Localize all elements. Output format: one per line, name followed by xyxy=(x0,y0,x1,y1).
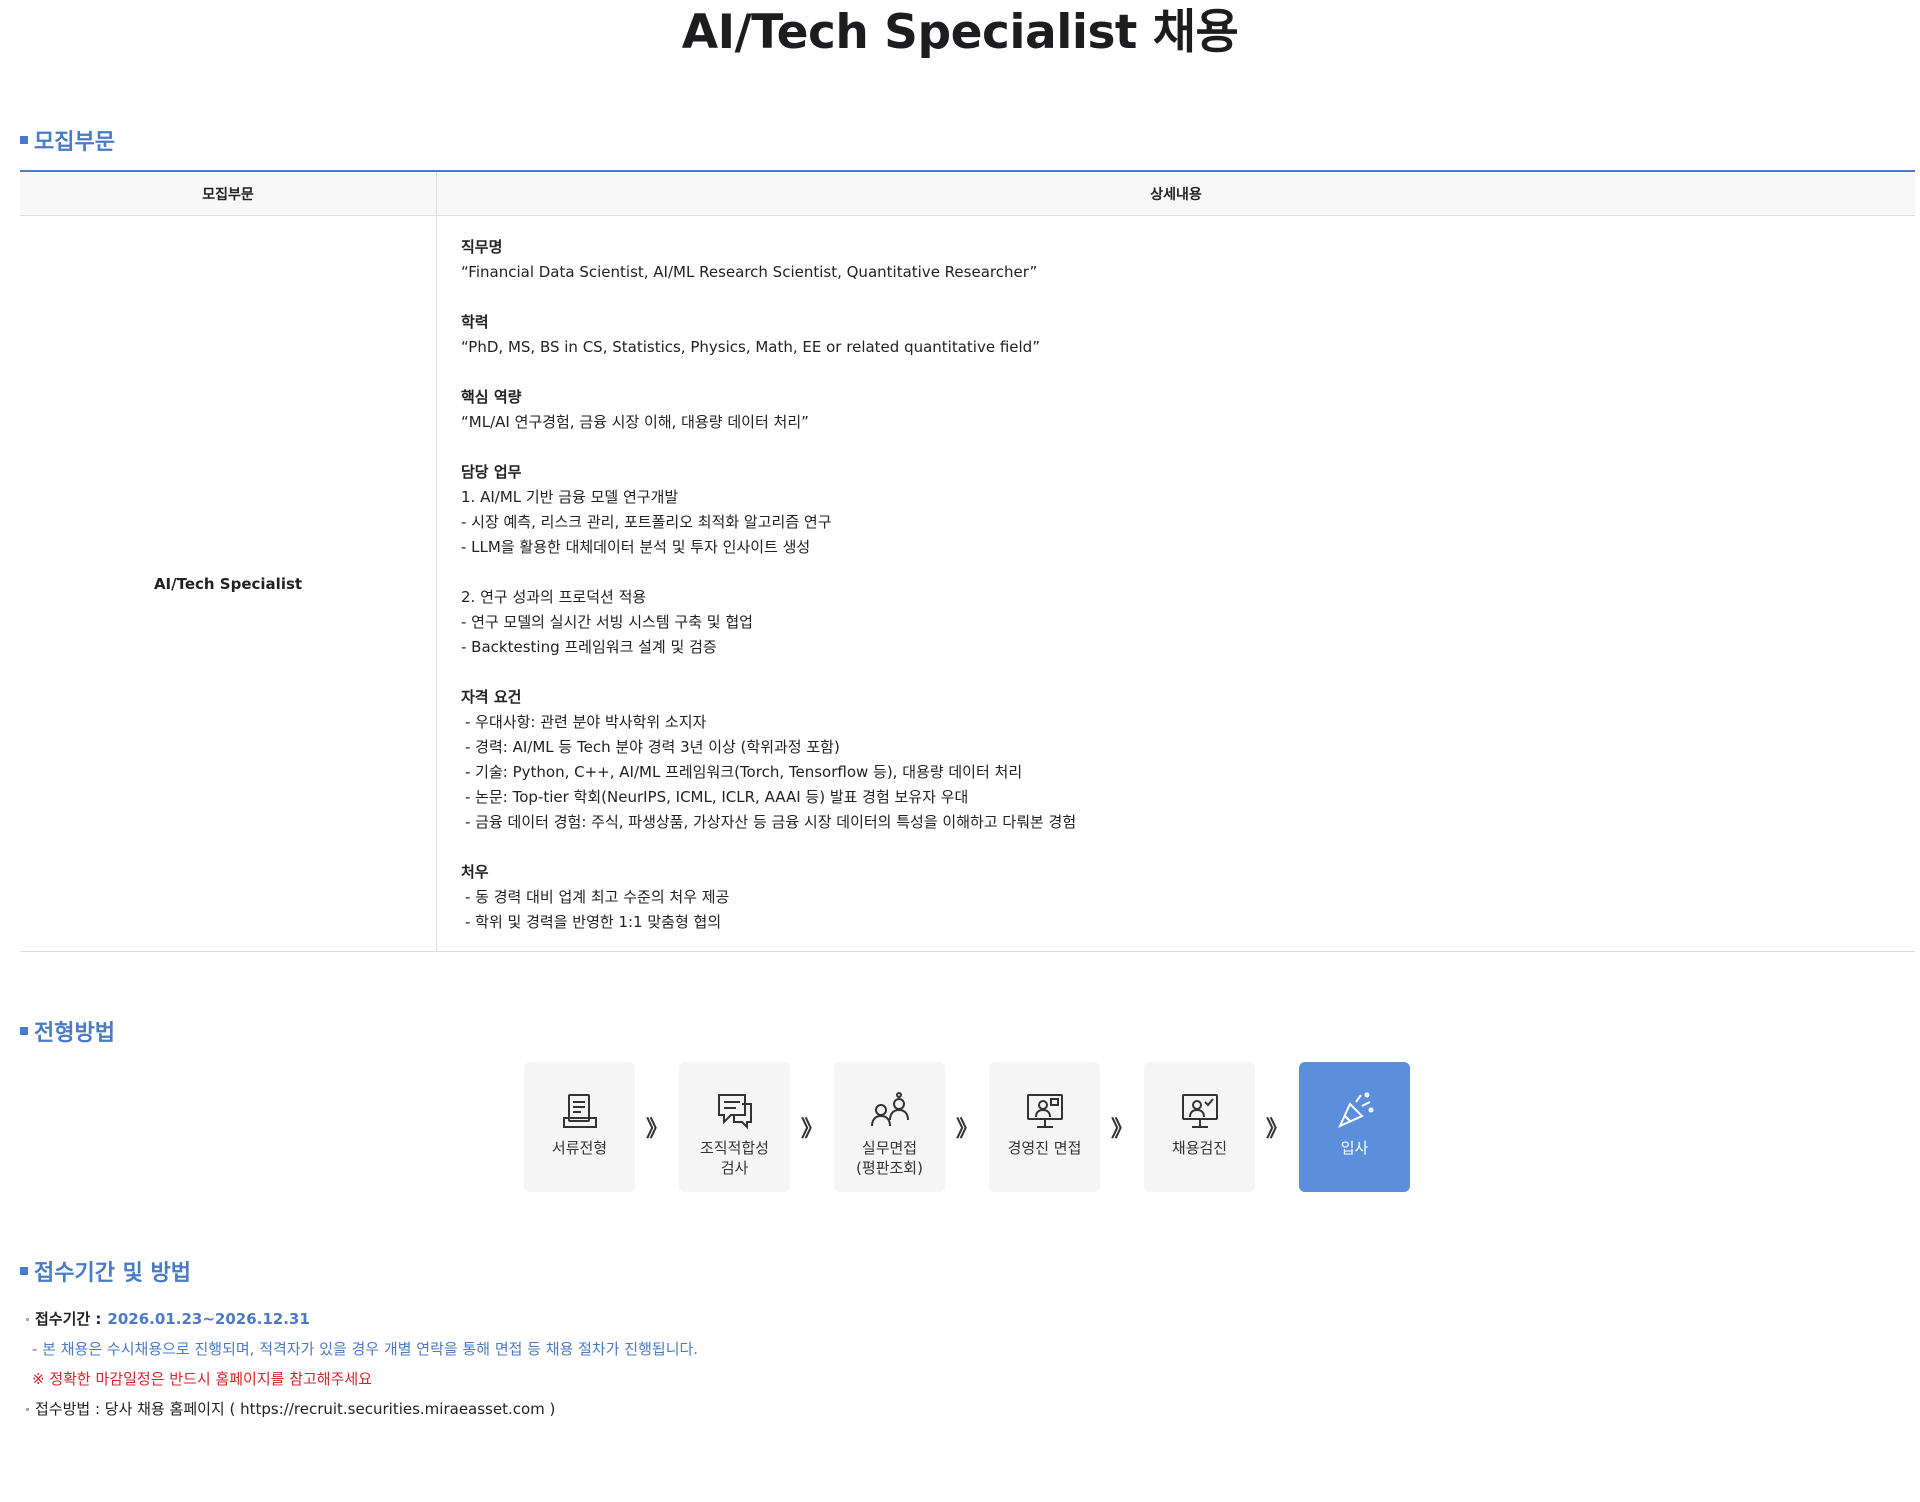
qual-line: - 우대사항: 관련 분야 박사학위 소지자 xyxy=(465,713,707,731)
apply-method[interactable]: 접수방법 : 당사 채용 홈페이지 ( https://recruit.secu… xyxy=(35,1394,555,1424)
duty-line: - 시장 예측, 리스크 관리, 포트폴리오 최적화 알고리즘 연구 xyxy=(461,513,832,531)
qual-line: - 논문: Top-tier 학회(NeurIPS, ICML, ICLR, A… xyxy=(465,788,969,806)
section-title-recruit: 모집부문 xyxy=(20,124,115,156)
apply-note: - 본 채용은 수시채용으로 진행되며, 적격자가 있을 경우 개별 연락을 통… xyxy=(32,1340,699,1358)
table-header-row: 모집부문 상세내용 xyxy=(20,172,1915,216)
duty-line: - 연구 모델의 실시간 서빙 시스템 구축 및 협업 xyxy=(461,613,753,631)
duty-line: 1. AI/ML 기반 금융 모델 연구개발 xyxy=(461,488,679,506)
chevron-right-icon: 》 xyxy=(1110,1117,1133,1142)
step-label: 채용검진 xyxy=(1171,1139,1228,1157)
benefit-line: - 동 경력 대비 업계 최고 수준의 처우 제공 xyxy=(465,888,730,906)
section-title-label: 모집부문 xyxy=(34,130,115,155)
process-step-document: 서류전형 xyxy=(524,1062,635,1192)
duty-line: - Backtesting 프레임워크 설계 및 검증 xyxy=(461,638,717,656)
qual-label: 자격 요건 xyxy=(461,688,522,706)
process-step-health-check: 채용검진 xyxy=(1144,1062,1255,1192)
detail-cell: 직무명 “Financial Data Scientist, AI/ML Res… xyxy=(437,216,1915,951)
step-label: 입사 xyxy=(1340,1139,1369,1157)
qual-line: - 금융 데이터 경험: 주식, 파생상품, 가상자산 등 금융 시장 데이터의… xyxy=(465,813,1077,831)
bullet-square-icon xyxy=(20,136,28,144)
benefit-label: 처우 xyxy=(461,863,489,881)
chevron-right-icon: 》 xyxy=(955,1117,978,1142)
bullet-square-icon xyxy=(20,1267,28,1275)
apply-warning: ※ 정확한 마감일정은 반드시 홈페이지를 참고해주세요 xyxy=(32,1370,373,1388)
duty-label: 담당 업무 xyxy=(461,463,522,481)
qual-line: - 기술: Python, C++, AI/ML 프레임워크(Torch, Te… xyxy=(465,763,1023,781)
division-cell: AI/Tech Specialist xyxy=(20,216,437,951)
table-header-detail: 상세내용 xyxy=(1150,186,1202,203)
job-label: 직무명 xyxy=(461,238,503,256)
page-title: AI/Tech Specialist 채용 xyxy=(681,5,1239,60)
people-icon xyxy=(870,1092,909,1127)
bullet-dot-icon xyxy=(26,1317,29,1321)
chevron-right-icon: 》 xyxy=(1265,1117,1288,1142)
qual-line: - 경력: AI/ML 등 Tech 분야 경력 3년 이상 (학위과정 포함) xyxy=(465,738,840,756)
document-icon xyxy=(562,1094,597,1128)
job-value: “Financial Data Scientist, AI/ML Researc… xyxy=(461,263,1038,281)
process-step-executive: 경영진 면접 xyxy=(989,1062,1100,1192)
section-title-label: 접수기간 및 방법 xyxy=(34,1261,191,1286)
monitor-person-icon xyxy=(1026,1094,1063,1128)
edu-label: 학력 xyxy=(461,313,489,331)
core-value: “ML/AI 연구경험, 금융 시장 이해, 대용량 데이터 처리” xyxy=(461,413,809,431)
core-label: 핵심 역량 xyxy=(461,388,522,406)
recruit-table: 모집부문 상세내용 AI/Tech Specialist 직무명 “Financ… xyxy=(20,170,1915,952)
party-icon xyxy=(1337,1092,1373,1129)
duty-line: - LLM을 활용한 대체데이터 분석 및 투자 인사이트 생성 xyxy=(461,538,811,556)
bullet-square-icon xyxy=(20,1027,28,1035)
benefit-line: - 학위 및 경력을 반영한 1:1 맞춤형 협의 xyxy=(465,913,722,931)
step-label: 경영진 면접 xyxy=(1007,1139,1082,1157)
section-title-apply: 접수기간 및 방법 xyxy=(20,1255,191,1287)
bullet-dot-icon xyxy=(26,1407,29,1411)
process-step-aptitude: 조직적합성 검사 xyxy=(679,1062,790,1192)
process-step-interview: 실무면접 (평판조회) xyxy=(834,1062,945,1192)
chat-form-icon xyxy=(717,1094,752,1130)
step-label: 서류전형 xyxy=(551,1139,608,1157)
apply-method-row: 접수방법 : 당사 채용 홈페이지 ( https://recruit.secu… xyxy=(26,1394,698,1424)
step-label: 실무면접 (평판조회) xyxy=(856,1139,923,1177)
process-step-join: 입사 xyxy=(1299,1062,1410,1192)
period-label: 접수기간 : xyxy=(35,1310,102,1328)
process-flow: 서류전형 》 조직적합성 검사 》 실무면접 (평판조회) 》 경영진 면접 》… xyxy=(524,1062,1410,1192)
apply-period-row: 접수기간 : 2026.01.23~2026.12.31 xyxy=(26,1304,698,1334)
duty-line: 2. 연구 성과의 프로덕션 적용 xyxy=(461,588,647,606)
step-label: 조직적합성 검사 xyxy=(699,1139,769,1177)
apply-info: 접수기간 : 2026.01.23~2026.12.31 - 본 채용은 수시채… xyxy=(26,1304,698,1424)
chevron-right-icon: 》 xyxy=(800,1117,823,1142)
table-header-division: 모집부문 xyxy=(20,172,437,215)
monitor-check-icon xyxy=(1181,1094,1218,1128)
period-value: 2026.01.23~2026.12.31 xyxy=(107,1310,310,1328)
section-title-label: 전형방법 xyxy=(34,1021,115,1046)
edu-value: “PhD, MS, BS in CS, Statistics, Physics,… xyxy=(461,338,1040,356)
chevron-right-icon: 》 xyxy=(645,1117,668,1142)
table-row: AI/Tech Specialist 직무명 “Financial Data S… xyxy=(20,216,1915,951)
section-title-process: 전형방법 xyxy=(20,1015,115,1047)
